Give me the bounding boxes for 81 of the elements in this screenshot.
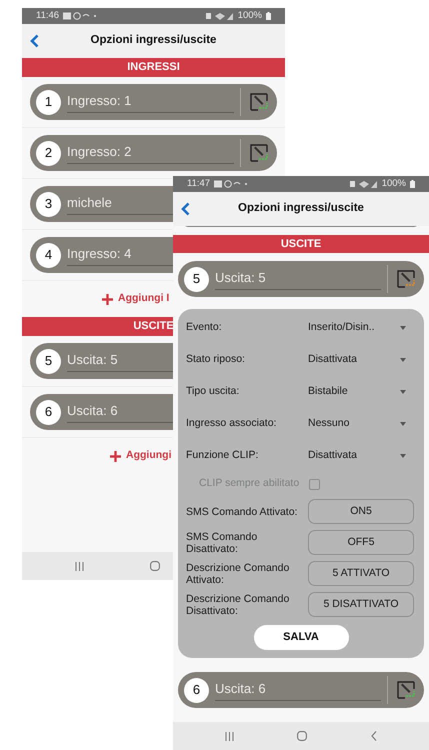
field-label: Descrizione Comando Disattivato: xyxy=(186,592,290,616)
back-nav-icon[interactable] xyxy=(371,731,378,741)
list-row[interactable]: 6 Uscita: 6 xyxy=(30,394,173,430)
section-header: INGRESSI xyxy=(22,58,285,77)
item-name: Ingresso: 2 xyxy=(67,142,234,164)
item-name: Ingresso: 1 xyxy=(67,91,234,113)
dropdown-caret-icon xyxy=(400,454,406,458)
dropdown-caret-icon xyxy=(400,390,406,394)
plus-icon xyxy=(110,450,121,462)
battery-percent: 100% xyxy=(382,176,406,191)
battery-icon xyxy=(266,12,271,20)
signal-icons xyxy=(206,12,234,20)
dropdown-caret-icon xyxy=(400,358,406,362)
back-icon xyxy=(30,34,39,48)
field-label: Evento: xyxy=(186,320,223,336)
dropdown-field[interactable]: Ingresso associato: Nessuno xyxy=(186,408,416,440)
screen-title: Opzioni ingressi/uscite xyxy=(237,201,365,216)
list-row[interactable]: 6 Uscita: 6 xyxy=(178,672,424,708)
recent-apps-icon[interactable] xyxy=(75,562,84,570)
list-row[interactable]: 5 Uscita: 5 xyxy=(178,261,424,297)
field-label: Tipo uscita: xyxy=(186,384,240,400)
item-number: 1 xyxy=(36,90,61,114)
edit-icon xyxy=(397,270,415,288)
battery-percent: 100% xyxy=(238,8,262,23)
dropdown-value: Nessuno xyxy=(308,416,350,432)
battery-icon xyxy=(410,180,415,188)
dropdown-value: Bistabile xyxy=(308,384,349,400)
text-field[interactable]: 5 ATTIVATO xyxy=(308,561,414,586)
list-row[interactable]: 1 Ingresso: 1 xyxy=(30,84,277,120)
edit-button[interactable] xyxy=(396,680,416,700)
item-name: Uscita: 6 xyxy=(215,679,381,701)
home-icon[interactable] xyxy=(150,561,160,571)
dropdown-value: Disattivata xyxy=(308,448,358,464)
list-row[interactable]: 2 Ingresso: 2 xyxy=(30,135,277,171)
text-field[interactable]: 5 DISATTIVATO xyxy=(308,592,414,617)
field-label: SMS Comando Disattivato: xyxy=(186,530,258,554)
field-label: Ingresso associato: xyxy=(186,416,278,432)
dropdown-caret-icon xyxy=(400,422,406,426)
item-number: 5 xyxy=(36,348,61,374)
item-number: 5 xyxy=(184,266,209,292)
edit-icon xyxy=(250,93,268,111)
edit-icon xyxy=(250,144,268,162)
item-name: Uscita: 5 xyxy=(215,268,381,290)
edit-button[interactable] xyxy=(396,269,416,289)
save-button[interactable]: SALVA xyxy=(254,625,348,650)
dropdown-value: Inserito/Disin.. xyxy=(308,320,376,336)
list-row[interactable]: 3 michele xyxy=(30,186,173,222)
field-label: Funzione CLIP: xyxy=(186,448,260,464)
text-field[interactable]: ON5 xyxy=(308,499,414,524)
plus-icon xyxy=(102,294,113,304)
section-header: USCITE xyxy=(173,235,429,253)
edit-icon xyxy=(397,681,415,699)
text-field[interactable]: OFF5 xyxy=(308,530,414,555)
recent-apps-icon[interactable] xyxy=(224,732,234,740)
edit-button[interactable] xyxy=(249,92,269,112)
list-row[interactable]: 4 Ingresso: 4 xyxy=(30,237,173,273)
dropdown-value: Disattivata xyxy=(308,352,358,368)
field-label: SMS Comando Attivato: xyxy=(186,506,298,518)
item-number: 4 xyxy=(36,242,61,268)
back-icon xyxy=(181,202,190,216)
notification-icons xyxy=(214,180,248,188)
edit-button[interactable] xyxy=(249,143,269,163)
add-link[interactable]: Aggiungi xyxy=(110,448,172,464)
field-label: Descrizione Comando Attivato: xyxy=(186,562,290,586)
item-number: 6 xyxy=(184,678,209,702)
add-link[interactable]: Aggiungi I xyxy=(102,291,170,307)
notification-icons xyxy=(63,12,98,20)
item-number: 6 xyxy=(36,400,61,424)
dropdown-field[interactable]: Tipo uscita: Bistabile xyxy=(186,376,416,408)
dropdown-field[interactable]: Stato riposo: Disattivata xyxy=(186,344,416,376)
screen-title: Opzioni ingressi/uscite xyxy=(90,33,218,48)
item-number: 3 xyxy=(36,192,61,216)
list-row[interactable]: 5 Uscita: 5 xyxy=(30,343,173,379)
status-time: 11:47 xyxy=(187,176,210,191)
home-icon[interactable] xyxy=(297,731,308,741)
dropdown-field[interactable]: Funzione CLIP: Disattivata xyxy=(186,440,416,472)
field-label: Stato riposo: xyxy=(186,352,246,368)
item-number: 2 xyxy=(36,140,61,166)
dropdown-caret-icon xyxy=(400,326,406,330)
signal-icons xyxy=(350,180,378,188)
status-time: 11:46 xyxy=(36,8,60,23)
